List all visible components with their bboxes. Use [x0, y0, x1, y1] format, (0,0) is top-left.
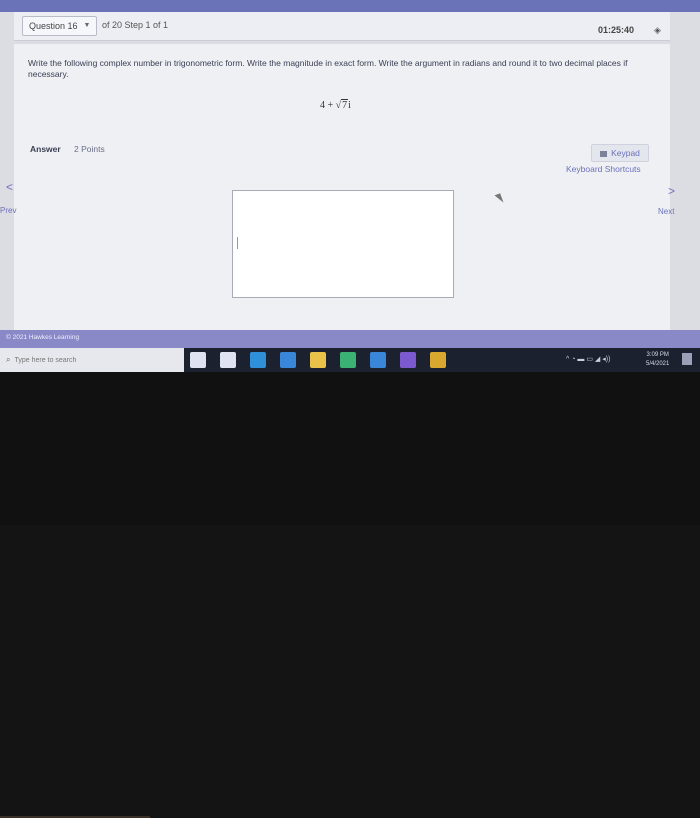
cortana-icon[interactable]: [190, 352, 206, 368]
timer: 01:25:40: [598, 25, 635, 35]
clock-time: 3:09 PM: [646, 352, 669, 358]
expr-prefix: 4 +: [320, 100, 336, 111]
browser-screen: Question 16 ▼ of 20 Step 1 of 1 01:25:40…: [0, 0, 700, 372]
windows-taskbar: ⌕ Type here to search ^ ◔ ▬ ▭ ◢ ◂)) 3:09…: [0, 348, 700, 372]
top-strip: [0, 0, 700, 12]
copyright-text: © 2021 Hawkes Learning: [6, 334, 80, 341]
prev-button[interactable]: Prev: [0, 206, 16, 215]
taskbar-clock[interactable]: 3:09 PM 5/4/2021: [646, 351, 669, 369]
monitor-bezel: [0, 372, 700, 818]
question-header: Question 16 ▼ of 20 Step 1 of 1 01:25:40…: [14, 12, 670, 41]
search-placeholder: Type here to search: [14, 356, 77, 364]
chevron-down-icon: ▼: [83, 22, 91, 29]
keyboard-shortcuts-link[interactable]: Keyboard Shortcuts: [566, 164, 641, 174]
next-button[interactable]: Next: [658, 207, 674, 216]
taskbar-app-icons: [190, 352, 446, 368]
app-purple-icon[interactable]: [400, 352, 416, 368]
notification-icon[interactable]: [682, 353, 692, 365]
hide-timer-icon[interactable]: ◈: [654, 25, 661, 36]
keypad-label: Keypad: [611, 148, 640, 158]
file-explorer-icon[interactable]: [310, 352, 326, 368]
next-arrow-icon[interactable]: >: [668, 184, 675, 198]
mouse-cursor-icon: [494, 193, 504, 205]
text-caret: [237, 237, 238, 249]
prev-arrow-icon[interactable]: <: [6, 180, 13, 194]
points-label: 2 Points: [74, 144, 105, 154]
question-card: Write the following complex number in tr…: [14, 44, 670, 330]
store-icon[interactable]: [280, 352, 296, 368]
edge-icon[interactable]: [250, 352, 266, 368]
keypad-button[interactable]: Keypad: [591, 144, 649, 162]
taskbar-search-box[interactable]: ⌕ Type here to search: [0, 348, 184, 372]
question-prompt: Write the following complex number in tr…: [28, 58, 628, 79]
answer-input[interactable]: [232, 190, 454, 298]
question-selector-label: Question 16: [29, 21, 78, 31]
chrome-icon[interactable]: [430, 352, 446, 368]
app-blue-icon[interactable]: [370, 352, 386, 368]
keypad-icon: [600, 150, 608, 157]
task-view-icon[interactable]: [220, 352, 236, 368]
clock-date: 5/4/2021: [646, 361, 670, 367]
question-progress: of 20 Step 1 of 1: [102, 20, 169, 30]
page-footer: © 2021 Hawkes Learning: [0, 330, 700, 348]
question-selector[interactable]: Question 16 ▼: [22, 16, 98, 36]
search-icon: ⌕: [6, 355, 11, 364]
system-tray-icons[interactable]: ^ ◔ ▬ ▭ ◢ ◂)): [566, 355, 610, 363]
answer-label: Answer: [30, 144, 61, 154]
complex-number-expression: 4 + √7i: [320, 99, 351, 111]
expr-suffix: i: [348, 100, 351, 111]
app-green-icon[interactable]: [340, 352, 356, 368]
